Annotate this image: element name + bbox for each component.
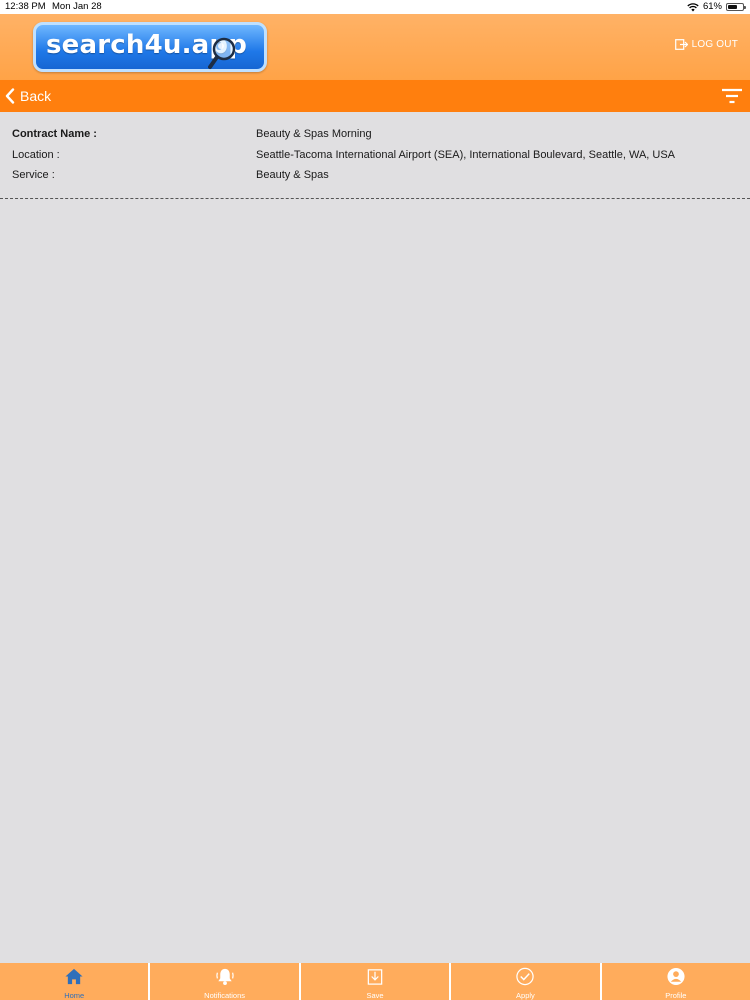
filter-icon[interactable] — [722, 88, 742, 104]
contract-name-value: Beauty & Spas Morning — [256, 128, 372, 140]
wifi-icon — [687, 2, 699, 11]
back-button[interactable]: Back — [5, 85, 51, 107]
status-indicators: 61% — [687, 0, 746, 14]
save-icon — [367, 969, 383, 985]
location-label: Location : — [12, 149, 60, 161]
contract-details: Contract Name : Beauty & Spas Morning Lo… — [0, 112, 750, 199]
tab-notifications[interactable]: Notifications — [150, 963, 301, 1000]
service-label: Service : — [12, 169, 55, 181]
contract-name-label: Contract Name : — [12, 128, 97, 140]
magnifier-icon — [208, 37, 236, 69]
home-icon — [65, 968, 83, 985]
tab-label: Apply — [516, 991, 535, 1000]
nav-bar: Back — [0, 80, 750, 112]
tab-label: Home — [64, 991, 85, 1000]
profile-icon — [667, 967, 685, 986]
tab-home[interactable]: Home — [0, 963, 151, 1000]
tab-label: Save — [366, 991, 384, 1000]
battery-icon — [726, 3, 746, 11]
tab-label: Notifications — [204, 991, 246, 1000]
chevron-left-icon — [5, 88, 15, 104]
app-header: search4u.app LOG OUT — [0, 14, 750, 80]
bell-icon — [215, 968, 234, 986]
status-bar: 12:38 PM Mon Jan 28 61% — [0, 0, 750, 14]
location-value: Seattle-Tacoma International Airport (SE… — [256, 149, 676, 161]
logout-icon — [674, 39, 688, 50]
tab-label: Profile — [665, 991, 687, 1000]
status-date: Mon Jan 28 — [52, 1, 102, 12]
tab-bar: Home Notifications Save Apply Profile — [0, 963, 750, 1000]
battery-percent: 61% — [702, 1, 722, 12]
check-circle-icon — [516, 967, 535, 986]
status-time: 12:38 PM — [5, 1, 46, 12]
tab-apply[interactable]: Apply — [451, 963, 602, 1000]
service-value: Beauty & Spas — [256, 169, 329, 181]
tab-profile[interactable]: Profile — [602, 963, 750, 1000]
back-label: Back — [20, 88, 52, 104]
logout-label: LOG OUT — [691, 39, 738, 50]
logout-button[interactable]: LOG OUT — [674, 39, 738, 50]
battery-level — [728, 5, 737, 9]
logo[interactable]: search4u.app — [33, 22, 267, 72]
tab-save[interactable]: Save — [301, 963, 452, 1000]
